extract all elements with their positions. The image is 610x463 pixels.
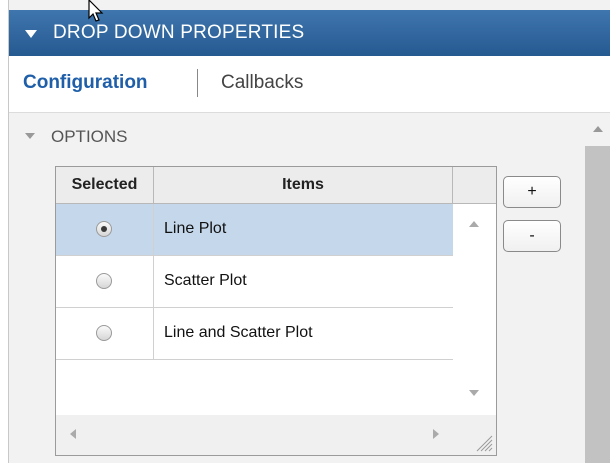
tab-configuration[interactable]: Configuration [23,72,148,94]
panel-title: DROP DOWN PROPERTIES [53,22,305,43]
selected-cell [56,204,154,255]
table-horizontal-scrollbar[interactable] [56,415,453,455]
drop-down-properties-panel: DROP DOWN PROPERTIES Configuration Callb… [8,0,610,463]
options-section-header[interactable]: OPTIONS [9,118,581,156]
panel-scrollbar[interactable] [585,118,610,463]
options-section-label: OPTIONS [51,127,128,146]
scroll-left-arrow-icon[interactable] [70,429,76,439]
table-row[interactable]: Scatter Plot [56,256,453,308]
column-header-blank [453,167,496,204]
tab-separator [197,69,198,97]
tab-callbacks[interactable]: Callbacks [221,72,303,94]
scroll-up-arrow-icon[interactable] [593,126,603,132]
column-header-selected[interactable]: Selected [56,167,154,204]
table-row[interactable]: Line and Scatter Plot [56,308,453,360]
selected-radio[interactable] [96,221,112,237]
selected-cell [56,308,154,359]
item-label[interactable]: Scatter Plot [164,272,247,290]
radio-dot-icon [101,226,107,232]
table-scroll-down-icon[interactable] [469,390,479,396]
tab-bar: Configuration Callbacks [9,56,610,113]
scrollbar-thumb[interactable] [585,146,610,463]
item-label[interactable]: Line Plot [164,220,226,238]
collapse-triangle-icon[interactable] [25,30,37,38]
remove-item-button[interactable]: - [503,220,561,252]
section-collapse-icon[interactable] [25,133,35,139]
selected-radio[interactable] [96,325,112,341]
selected-cell [56,256,154,307]
mouse-cursor-icon [88,0,104,22]
column-header-items[interactable]: Items [154,167,453,204]
scroll-right-arrow-icon[interactable] [433,429,439,439]
selected-radio[interactable] [96,273,112,289]
add-item-button[interactable]: + [503,176,561,208]
resize-grip-icon[interactable] [453,415,496,455]
table-scroll-up-icon[interactable] [469,221,479,227]
item-label[interactable]: Line and Scatter Plot [164,324,313,342]
table-row[interactable]: Line Plot [56,204,453,256]
items-table: Selected Items Line Plot Scatter Plot Li… [55,166,497,456]
table-vertical-scrollbar[interactable] [453,204,496,415]
